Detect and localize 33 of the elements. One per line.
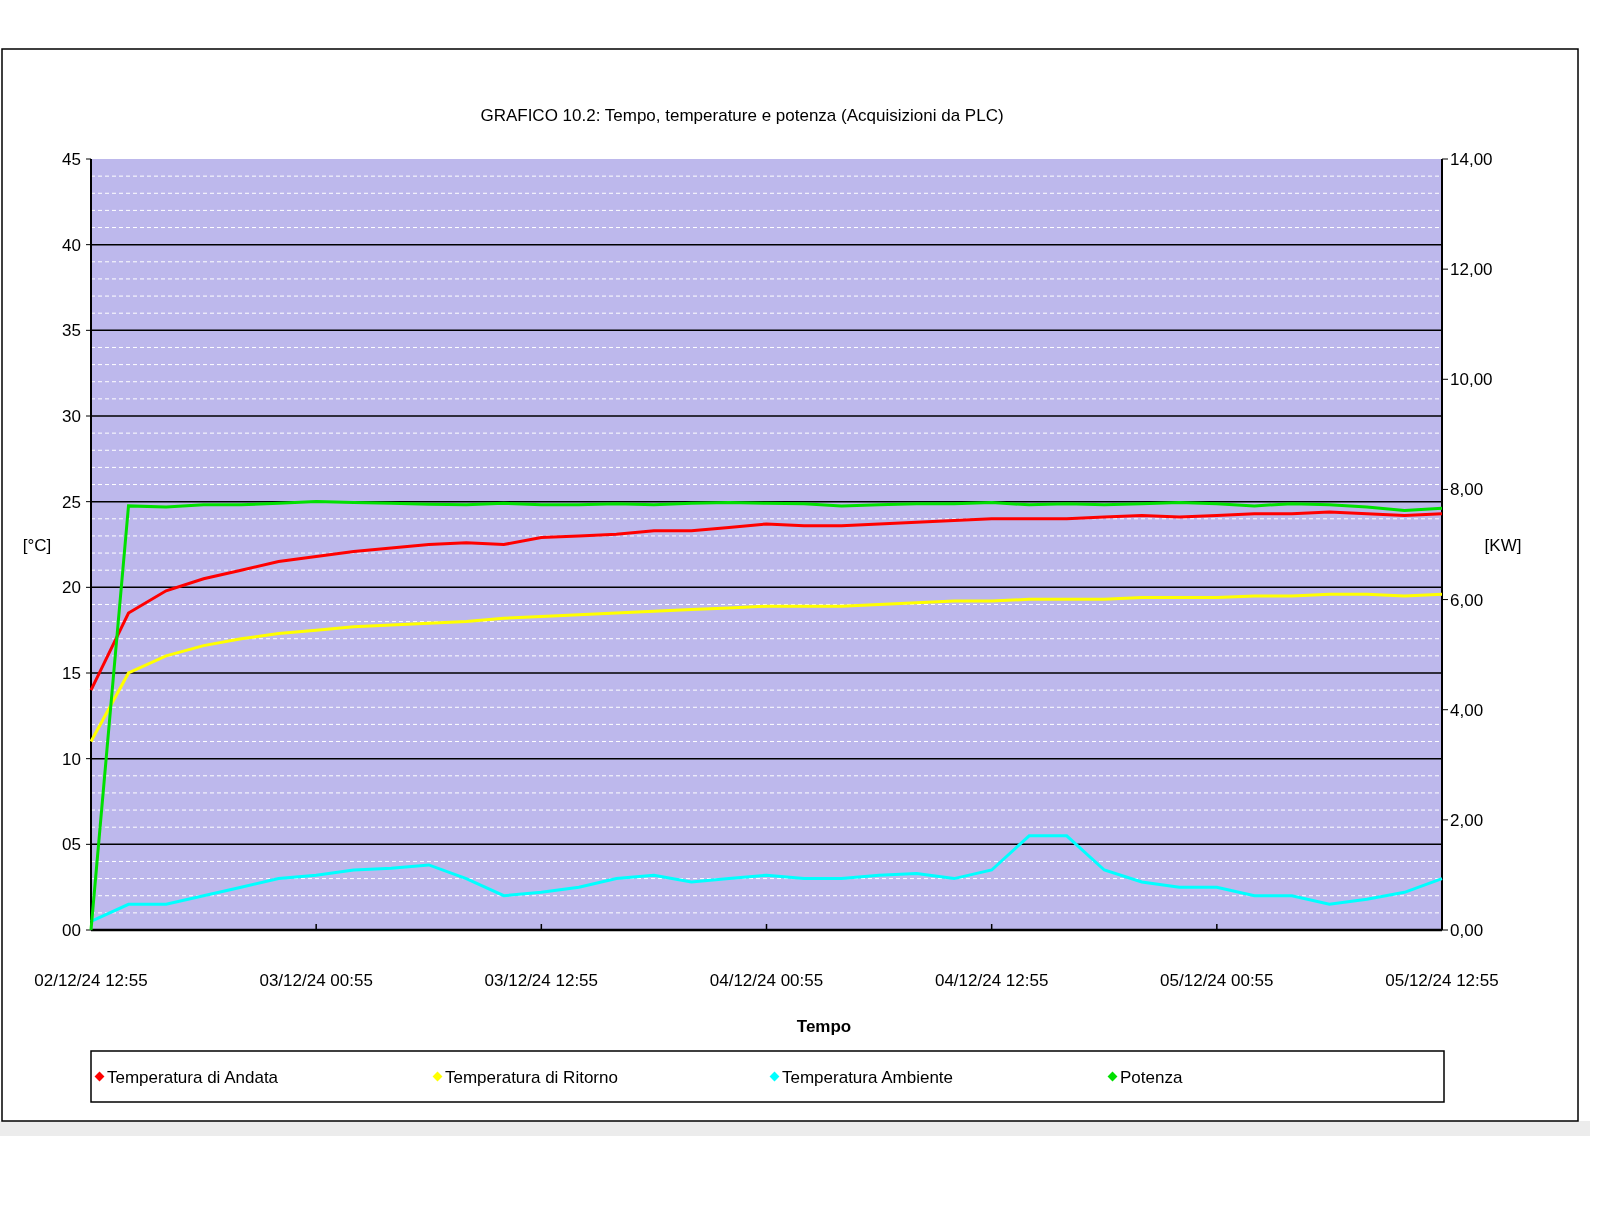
axis-tick-label: 20 [62, 578, 81, 598]
axis-tick-label: 40 [62, 235, 81, 255]
axis-tick-label: 05/12/24 00:55 [1160, 971, 1274, 990]
x-axis-label: Tempo [796, 1017, 852, 1036]
axis-tick-label: 02/12/24 12:55 [34, 971, 148, 990]
axis-tick-label: 6,00 [1450, 590, 1484, 610]
axis-tick-label: 8,00 [1450, 480, 1484, 500]
y-axis-label: [°C] [22, 536, 52, 555]
y-axis-label: [KW] [1484, 536, 1522, 555]
axis-tick-label: 15 [62, 664, 81, 683]
axis-tick-label: 14,00 [1450, 150, 1493, 169]
axis-tick-label: 10 [62, 749, 81, 769]
axis-tick-label: 03/12/24 00:55 [259, 971, 373, 990]
axis-tick-label: 04/12/24 00:55 [709, 971, 824, 990]
axis-tick-label: 4,00 [1450, 700, 1484, 720]
axis-tick-label: 12,00 [1450, 260, 1493, 280]
legend-label: Temperatura di Ritorno [445, 1068, 618, 1087]
axis-tick-label: 04/12/24 12:55 [934, 971, 1049, 990]
chart-title: GRAFICO 10.2: Tempo, temperature e potenza (Acquisizioni da PLC) [480, 106, 1004, 125]
legend-label: Temperatura di Andata [107, 1068, 279, 1087]
axis-tick-label: 25 [62, 492, 81, 512]
axis-tick-label: 35 [62, 321, 81, 341]
legend-label: Temperatura Ambiente [782, 1068, 954, 1087]
axis-tick-label: 30 [62, 407, 81, 426]
legend-label: Potenza [1120, 1068, 1183, 1087]
axis-tick-label: 2,00 [1450, 810, 1484, 830]
axis-tick-label: 03/12/24 12:55 [484, 971, 599, 990]
axis-tick-label: 00 [62, 921, 81, 940]
axis-tick-label: 10,00 [1450, 370, 1493, 390]
axis-tick-label: 05/12/24 12:55 [1385, 971, 1499, 990]
axis-tick-label: 45 [62, 150, 81, 169]
axis-tick-label: 0,00 [1450, 921, 1484, 940]
axis-tick-label: 05 [62, 835, 81, 855]
